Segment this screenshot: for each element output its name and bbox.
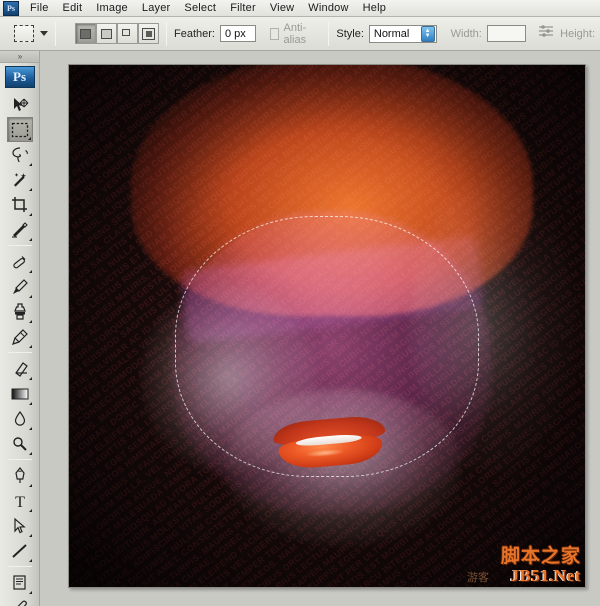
antialias-field[interactable]: Anti-alias [270,22,321,46]
path-selection-tool[interactable] [7,513,33,538]
menu-file[interactable]: File [23,1,56,16]
lorem-text-texture: LOREM IPSUM DOLOR SIT AMET, CONSECTETUR … [68,64,586,588]
brush-tool[interactable] [7,274,33,299]
width-input[interactable] [487,25,526,42]
refine-edge-glyph [538,24,554,38]
menu-edit[interactable]: Edit [56,1,90,16]
feather-label: Feather: [174,28,215,40]
svg-text:T: T [15,494,25,510]
height-label: Height: [560,28,595,40]
style-select-value: Normal [374,28,409,40]
tool-flyout-indicator-icon [29,188,32,191]
dodge-tool[interactable] [7,431,33,456]
clone-stamp-tool[interactable] [7,299,33,324]
rectangular-marquee-icon [14,25,34,42]
menu-help[interactable]: Help [356,1,393,16]
options-separator-1 [55,22,56,46]
app-logo-icon: Ps [3,1,19,16]
slice-tool[interactable] [7,217,33,242]
tool-flyout-indicator-icon [29,402,32,405]
options-separator-3 [328,22,329,46]
menu-image[interactable]: Image [89,1,135,16]
tools-divider-1 [8,245,32,246]
tool-flyout-indicator-icon [28,137,31,140]
feather-input[interactable]: 0 px [220,25,256,42]
photoshop-window: Ps File Edit Image Layer Select Filter V… [0,0,600,606]
blur-tool[interactable] [7,406,33,431]
style-label: Style: [336,28,364,40]
tool-flyout-indicator-icon [29,484,32,487]
tool-flyout-indicator-icon [29,295,32,298]
menu-layer[interactable]: Layer [135,1,178,16]
notes-tool[interactable] [7,570,33,595]
tool-flyout-indicator-icon [29,534,32,537]
subtract-from-selection-button[interactable] [117,23,138,44]
menu-select[interactable]: Select [177,1,223,16]
tools-panel: » Ps [0,51,40,606]
document-workspace[interactable]: LOREM IPSUM DOLOR SIT AMET, CONSECTETUR … [40,51,600,606]
tool-flyout-indicator-icon [29,320,32,323]
tool-flyout-indicator-icon [29,377,32,380]
gradient-tool[interactable] [7,381,33,406]
eraser-tool[interactable] [7,356,33,381]
magic-wand-tool[interactable] [7,167,33,192]
rectangular-marquee-tool[interactable] [7,117,33,142]
menu-filter[interactable]: Filter [223,1,263,16]
antialias-checkbox[interactable] [270,28,279,40]
history-brush-tool[interactable] [7,324,33,349]
tool-flyout-indicator-icon [29,345,32,348]
new-selection-button[interactable] [75,23,96,44]
tool-preset-picker[interactable] [14,25,48,42]
eyedropper-tool[interactable] [7,595,33,606]
selection-mode-group [75,23,159,44]
tools-divider-3 [8,459,32,460]
typographic-portrait-artwork: LOREM IPSUM DOLOR SIT AMET, CONSECTETUR … [69,65,585,587]
horizontal-type-tool[interactable]: T [7,488,33,513]
tool-flyout-indicator-icon [29,509,32,512]
tools-panel-collapse-handle[interactable]: » [0,51,39,63]
menu-window[interactable]: Window [301,1,355,16]
options-separator-2 [166,22,167,46]
tool-flyout-indicator-icon [29,270,32,273]
style-select[interactable]: Normal ▲▼ [369,25,437,43]
menu-view[interactable]: View [263,1,301,16]
crop-tool[interactable] [7,192,33,217]
intersect-with-selection-button[interactable] [138,23,159,44]
tools-divider-4 [8,566,32,567]
tool-flyout-indicator-icon [29,559,32,562]
options-bar: Feather: 0 px Anti-alias Style: Normal ▲… [0,17,600,51]
tool-flyout-indicator-icon [29,591,32,594]
healing-brush-tool[interactable] [7,249,33,274]
image-canvas[interactable]: LOREM IPSUM DOLOR SIT AMET, CONSECTETUR … [68,64,586,588]
chevron-down-icon[interactable] [40,31,48,36]
intersect-with-selection-icon [142,28,155,40]
tool-flyout-indicator-icon [29,452,32,455]
tool-flyout-indicator-icon [29,238,32,241]
add-to-selection-icon [101,29,112,39]
new-selection-icon [80,29,91,39]
lasso-tool[interactable] [7,142,33,167]
move-tool[interactable] [7,92,33,117]
tools-panel-logo-icon: Ps [5,66,35,88]
tools-divider-2 [8,352,32,353]
tool-flyout-indicator-icon [29,213,32,216]
subtract-from-selection-icon [122,29,130,36]
tool-flyout-indicator-icon [29,427,32,430]
width-label: Width: [451,28,482,40]
watermark-sub-text: 游客 [467,569,489,585]
tool-flyout-indicator-icon [29,163,32,166]
menu-bar: Ps File Edit Image Layer Select Filter V… [0,0,600,17]
add-to-selection-button[interactable] [96,23,117,44]
pen-tool[interactable] [7,463,33,488]
antialias-label: Anti-alias [283,22,316,46]
tool-list: T [0,92,39,606]
refine-edge-icon[interactable] [538,24,554,43]
line-shape-tool[interactable] [7,538,33,563]
style-select-stepper-icon[interactable]: ▲▼ [421,26,435,42]
